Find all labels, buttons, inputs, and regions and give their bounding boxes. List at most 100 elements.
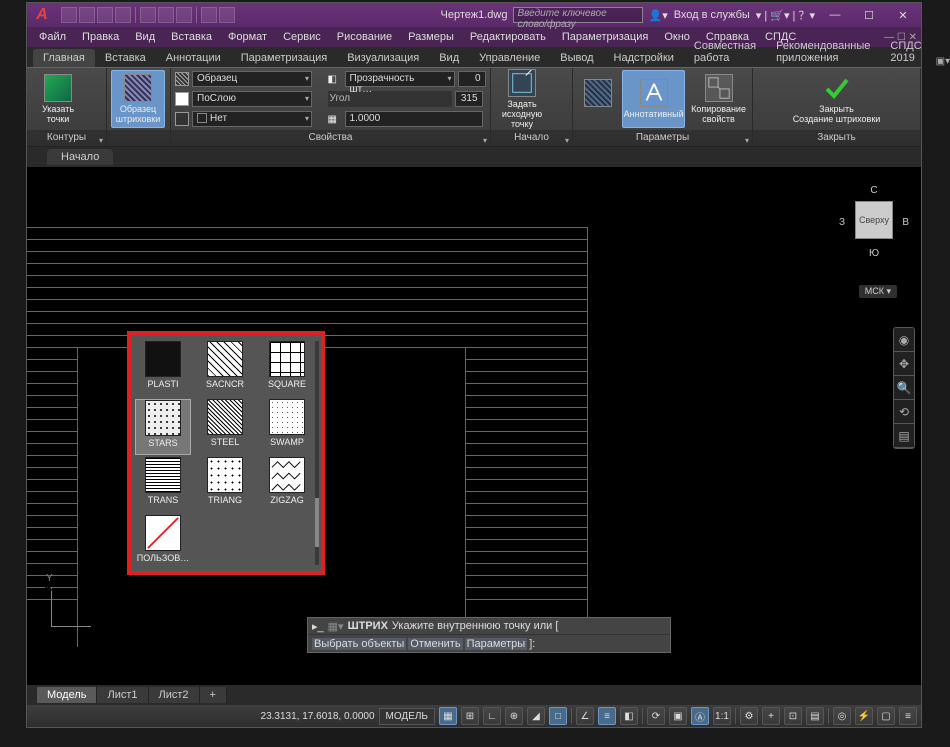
doc-tab-start[interactable]: Начало	[47, 149, 113, 165]
tab-output[interactable]: Вывод	[550, 49, 603, 67]
minimize-button[interactable]: —	[821, 6, 849, 24]
qat-undo-icon[interactable]	[158, 7, 174, 23]
3dosnap-icon[interactable]: ▣	[669, 707, 687, 725]
hatch-item-triang[interactable]: TRIANG	[197, 457, 253, 513]
qat-open-icon[interactable]	[79, 7, 95, 23]
tab-sheet2[interactable]: Лист2	[149, 687, 200, 703]
customize-icon[interactable]: ≡	[899, 707, 917, 725]
match-props-button[interactable]: Копирование свойств	[689, 70, 748, 128]
ortho-toggle-icon[interactable]: ∟	[483, 707, 501, 725]
qat-redo-icon[interactable]	[176, 7, 192, 23]
menu-format[interactable]: Формат	[220, 29, 275, 45]
tab-collab[interactable]: Совместная работа	[684, 37, 766, 67]
panel-options-title[interactable]: Параметры▾	[573, 130, 752, 146]
command-line[interactable]: ▸_ ▦▾ ШТРИХ Укажите внутреннюю точку или…	[307, 617, 671, 653]
associative-button[interactable]	[577, 70, 618, 128]
model-space-button[interactable]: МОДЕЛЬ	[379, 708, 435, 725]
menu-view[interactable]: Вид	[127, 29, 163, 45]
qat-new-icon[interactable]	[61, 7, 77, 23]
tab-view[interactable]: Вид	[429, 49, 469, 67]
panel-origin-title[interactable]: Начало▾	[491, 130, 572, 146]
tab-featured[interactable]: Рекомендованные приложения	[766, 37, 880, 67]
scale-value[interactable]: 1.0000	[345, 111, 483, 127]
tab-spds[interactable]: СПДС 2019	[880, 37, 931, 67]
viewcube[interactable]: С З В Сверху Ю	[839, 185, 909, 275]
pick-points-button[interactable]: Указать точки	[31, 70, 85, 128]
hatch-pattern-button[interactable]: Образец штриховки	[111, 70, 165, 128]
qat-saveas-icon[interactable]	[115, 7, 131, 23]
nav-wheel-icon[interactable]: ◉	[894, 328, 914, 352]
tab-addins[interactable]: Надстройки	[604, 49, 684, 67]
wcs-label[interactable]: МСК ▾	[859, 285, 897, 298]
hatch-item-stars[interactable]: STARS	[135, 399, 191, 455]
app-icon[interactable]: A	[27, 3, 57, 27]
close-button[interactable]: ✕	[889, 6, 917, 24]
cmd-option-params[interactable]: Параметры	[465, 638, 528, 650]
panel-props-title[interactable]: Свойства▾	[171, 130, 490, 146]
menu-insert[interactable]: Вставка	[163, 29, 220, 45]
cmd-option-undo[interactable]: Отменить	[408, 638, 462, 650]
maximize-button[interactable]: ☐	[855, 6, 883, 24]
scale-icon[interactable]: 1:1	[713, 707, 731, 725]
viewcube-top[interactable]: Сверху	[855, 201, 893, 239]
search-input[interactable]: Введите ключевое слово/фразу	[513, 7, 643, 23]
hatch-item-sacncr[interactable]: SACNCR	[197, 341, 253, 397]
nav-pan-icon[interactable]: ✥	[894, 352, 914, 376]
lineweight-toggle-icon[interactable]: ≡	[598, 707, 616, 725]
menu-draw[interactable]: Рисование	[329, 29, 400, 45]
grid-toggle-icon[interactable]: ▦	[439, 707, 457, 725]
nav-zoom-icon[interactable]: 🔍	[894, 376, 914, 400]
otrack-toggle-icon[interactable]: ∠	[576, 707, 594, 725]
qat-plot-icon[interactable]	[140, 7, 156, 23]
login-label[interactable]: Вход в службы	[674, 9, 750, 21]
hatch-item-square[interactable]: SQUARE	[259, 341, 315, 397]
tab-model[interactable]: Модель	[37, 687, 97, 703]
drawing-canvas[interactable]: /*placeholder*/	[27, 167, 921, 685]
user-icon[interactable]: 👤▾	[649, 9, 668, 22]
isolate-icon[interactable]: ◎	[833, 707, 851, 725]
selection-cycling-icon[interactable]: ⟳	[647, 707, 665, 725]
hatch-item-custom[interactable]: ПОЛЬЗОВ…	[135, 515, 191, 571]
hatch-item-swamp[interactable]: SWAMP	[259, 399, 315, 455]
isodraft-toggle-icon[interactable]: ◢	[527, 707, 545, 725]
tab-home[interactable]: Главная	[33, 49, 95, 67]
tab-visualize[interactable]: Визуализация	[337, 49, 429, 67]
exchange-icon[interactable]: ▾ | 🛒▾ | ？▾	[756, 7, 815, 23]
tab-manage[interactable]: Управление	[469, 49, 550, 67]
transparency-toggle-icon[interactable]: ◧	[620, 707, 638, 725]
nav-orbit-icon[interactable]: ⟲	[894, 400, 914, 424]
menu-edit[interactable]: Правка	[74, 29, 127, 45]
menu-service[interactable]: Сервис	[275, 29, 329, 45]
panel-contours-title[interactable]: Контуры▾	[27, 130, 106, 146]
hatch-color-combo[interactable]: ПоСлою▾	[192, 91, 312, 107]
close-hatch-button[interactable]: Закрыть Создание штриховки	[792, 70, 882, 128]
hatch-item-trans[interactable]: TRANS	[135, 457, 191, 513]
hatch-type-combo[interactable]: Образец▾	[192, 71, 312, 87]
menu-dimensions[interactable]: Размеры	[400, 29, 462, 45]
hardware-accel-icon[interactable]: ⚡	[855, 707, 873, 725]
set-origin-button[interactable]: Задать исходную точку	[495, 70, 549, 128]
workspace-icon[interactable]: ⚙	[740, 707, 758, 725]
transparency-value[interactable]: 0	[458, 71, 486, 87]
quick-props-icon[interactable]: ▤	[806, 707, 824, 725]
hatch-item-plasti[interactable]: PLASTI	[135, 341, 191, 397]
tab-add[interactable]: +	[200, 687, 227, 703]
dyn-ucs-icon[interactable]: Ⓐ	[691, 707, 709, 725]
tab-insert[interactable]: Вставка	[95, 49, 156, 67]
annotation-monitor-icon[interactable]: +	[762, 707, 780, 725]
polar-toggle-icon[interactable]: ⊕	[505, 707, 523, 725]
gallery-scrollbar[interactable]	[315, 341, 319, 565]
menu-modify[interactable]: Редактировать	[462, 29, 554, 45]
qat-save-icon[interactable]	[97, 7, 113, 23]
qat-print-icon[interactable]	[201, 7, 217, 23]
tab-sheet1[interactable]: Лист1	[97, 687, 148, 703]
nav-showmotion-icon[interactable]: ▤	[894, 424, 914, 448]
snap-toggle-icon[interactable]: ⊞	[461, 707, 479, 725]
units-icon[interactable]: ⊡	[784, 707, 802, 725]
annotative-button[interactable]: Аннотативный	[622, 70, 685, 128]
hatch-bg-combo[interactable]: Нет▾	[192, 111, 312, 127]
cmd-option-select[interactable]: Выбрать объекты	[312, 638, 406, 650]
tab-parametric[interactable]: Параметризация	[231, 49, 337, 67]
hatch-item-steel[interactable]: STEEL	[197, 399, 253, 455]
angle-value[interactable]: 315	[455, 91, 483, 107]
